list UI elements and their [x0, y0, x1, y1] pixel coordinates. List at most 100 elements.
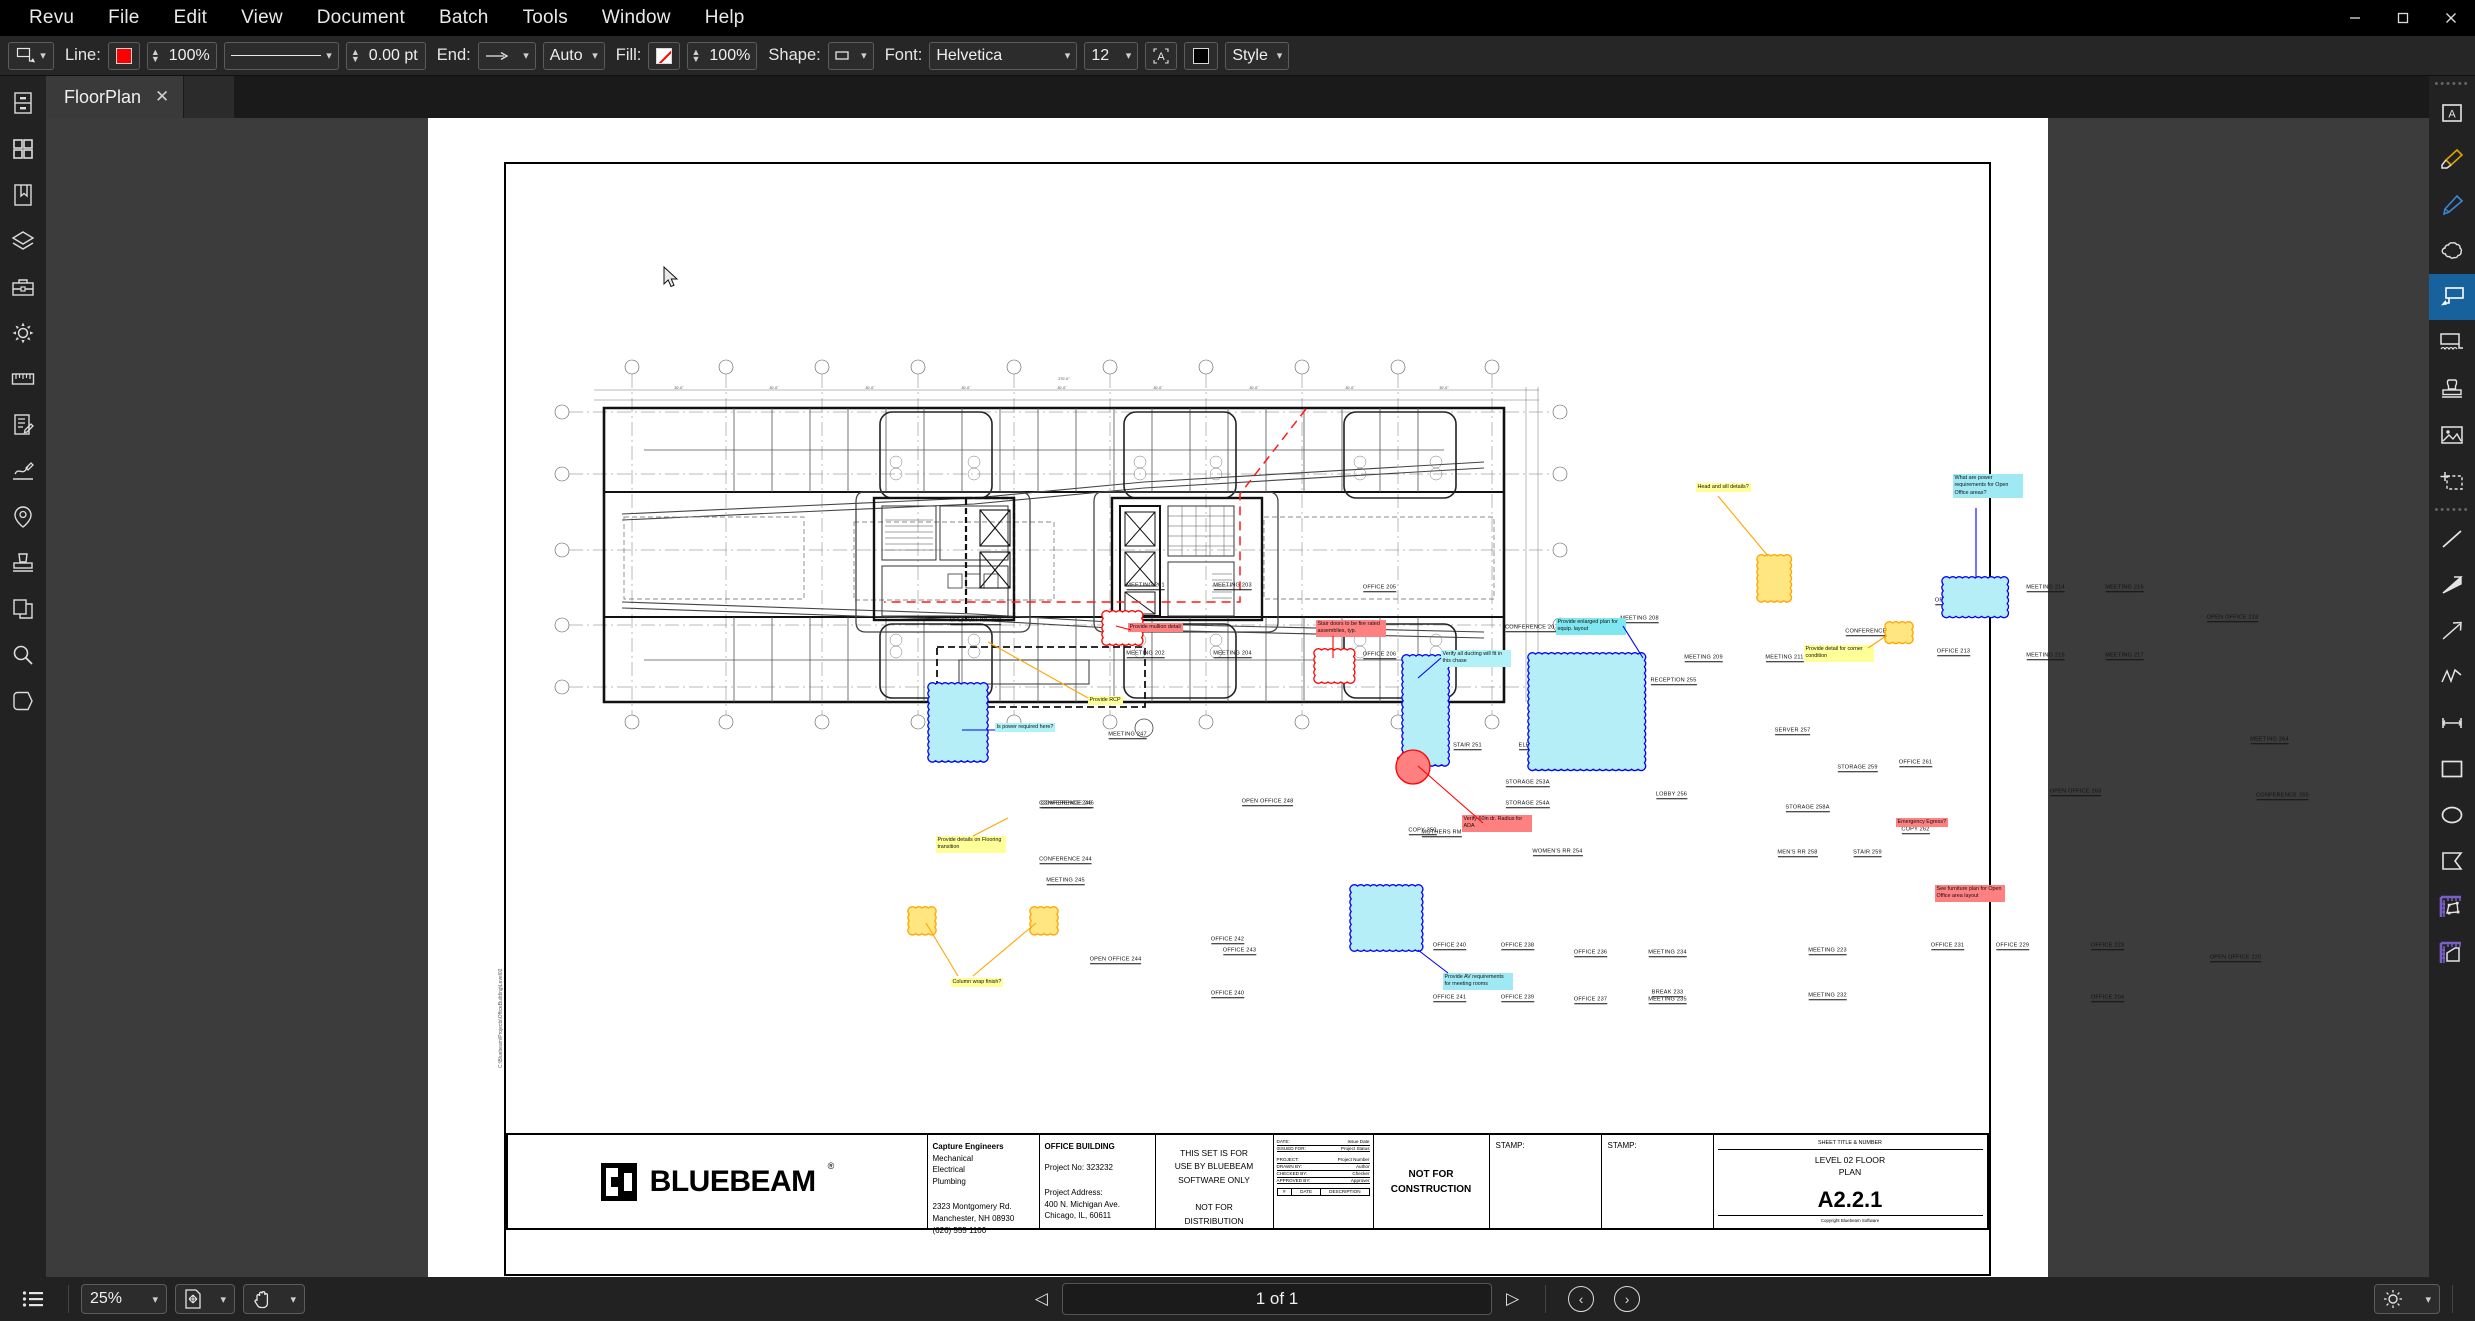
menu-item-view[interactable]: View	[224, 3, 300, 33]
markup-callout[interactable]: Stair doors to be fire rated assemblies,…	[1315, 620, 1386, 637]
close-icon[interactable]: ✕	[155, 87, 169, 107]
sidebar-item-signature[interactable]	[0, 448, 46, 494]
markup-tool-icon[interactable]: ▾	[8, 41, 54, 70]
sidebar-item-compare[interactable]	[0, 586, 46, 632]
cloud-tool[interactable]	[2429, 228, 2475, 274]
sidebar-item-stamp[interactable]	[0, 540, 46, 586]
tab-floorplan[interactable]: FloorPlan ✕	[46, 76, 185, 118]
menu-item-revu[interactable]: Revu	[12, 3, 91, 33]
measure-polygon-tool[interactable]	[2429, 930, 2475, 976]
rectangle-tool[interactable]	[2429, 746, 2475, 792]
stepper-arrows-icon[interactable]: ▲ ▼	[348, 47, 363, 63]
page-number-input[interactable]: 1 of 1	[1062, 1283, 1492, 1315]
rail-drag-handle[interactable]: ••••••	[2434, 78, 2469, 90]
ellipse-tool[interactable]	[2429, 792, 2475, 838]
fit-mode-combo[interactable]: ▾	[175, 1284, 235, 1314]
navigate-forward-button[interactable]: ›	[1604, 1277, 1650, 1321]
room-label: MEETING 216	[2105, 584, 2144, 592]
text-color-swatch[interactable]	[1184, 41, 1219, 70]
zoom-level-combo[interactable]: 25% ▾	[81, 1284, 167, 1314]
pen-tool[interactable]	[2429, 182, 2475, 228]
menu-item-tools[interactable]: Tools	[506, 3, 585, 33]
cap-style-combo[interactable]: Auto ▾	[542, 41, 605, 70]
next-page-button[interactable]: ▷	[1492, 1289, 1533, 1309]
markup-callout[interactable]: What are power requirements for Open Off…	[1952, 474, 2023, 498]
polyline-tool[interactable]	[2429, 654, 2475, 700]
stepper-arrows-icon[interactable]: ▲ ▼	[148, 47, 163, 63]
markup-callout[interactable]: Is power required here?	[994, 723, 1056, 733]
line-color-swatch[interactable]	[107, 41, 140, 70]
font-size-combo[interactable]: 12 ▾	[1084, 41, 1139, 70]
markup-callout[interactable]: Emergency Egress?	[1895, 818, 1949, 828]
sidebar-item-thumbnails[interactable]	[0, 80, 46, 126]
sidebar-item-properties[interactable]	[0, 310, 46, 356]
menu-item-batch[interactable]: Batch	[422, 3, 506, 33]
markup-callout[interactable]: Verify all ducting will fit in this chas…	[1440, 650, 1511, 667]
stepper-arrows-icon[interactable]: ▲ ▼	[688, 47, 703, 63]
snapshot-tool[interactable]	[2429, 458, 2475, 504]
fill-color-swatch[interactable]	[648, 41, 681, 70]
fill-opacity-stepper[interactable]: ▲ ▼ 100%	[687, 41, 758, 70]
arrow-tool[interactable]	[2429, 608, 2475, 654]
shape-style-combo[interactable]: ▾	[827, 41, 874, 70]
menu-item-file[interactable]: File	[91, 3, 156, 33]
markup-callout-layer[interactable]: Provide mullion detail Stair doors to be …	[428, 118, 2048, 1277]
font-family-combo[interactable]: Helvetica ▾	[929, 41, 1078, 70]
markup-callout[interactable]: Provide enlarged plan for equip. layout	[1555, 618, 1626, 635]
minimize-button[interactable]	[2331, 0, 2379, 36]
measure-area-tool[interactable]	[2429, 884, 2475, 930]
line-width-stepper[interactable]: ▲ ▼ 0.00 pt	[345, 41, 426, 70]
sidebar-item-toolchest[interactable]	[0, 264, 46, 310]
dimension-tool[interactable]	[2429, 700, 2475, 746]
sidebar-item-measurements[interactable]	[0, 356, 46, 402]
markup-callout[interactable]: Provide detail for corner condition	[1803, 645, 1874, 662]
pan-mode-combo[interactable]: ▾	[243, 1284, 305, 1314]
close-button[interactable]	[2427, 0, 2475, 36]
document-viewport[interactable]: C:\Bluebeam\Projects\OfficeBuilding\Leve…	[46, 118, 2429, 1277]
callout-tool[interactable]	[2429, 274, 2475, 320]
markup-callout[interactable]: Head and sill details?	[1695, 483, 1751, 493]
menu-item-help[interactable]: Help	[688, 3, 762, 33]
svg-text:A: A	[2448, 109, 2456, 121]
style-combo[interactable]: Style ▾	[1225, 41, 1290, 70]
highlighter-tool[interactable]	[2429, 136, 2475, 182]
stamp-tool[interactable]	[2429, 366, 2475, 412]
menu-item-edit[interactable]: Edit	[157, 3, 225, 33]
sidebar-item-layers[interactable]	[0, 218, 46, 264]
new-tab-slot[interactable]	[184, 76, 235, 118]
maximize-button[interactable]	[2379, 0, 2427, 36]
polygon-tool[interactable]	[2429, 838, 2475, 884]
line-style-combo[interactable]: ▾	[223, 41, 339, 70]
end-style-combo[interactable]: ▾	[477, 41, 536, 70]
cloud-callout-tool[interactable]	[2429, 320, 2475, 366]
markup-callout[interactable]: Provide details on Flooring transition	[935, 836, 1006, 853]
markup-callout[interactable]: Provide RCP	[1087, 696, 1123, 706]
markup-list-toggle[interactable]	[10, 1277, 56, 1321]
menu-item-window[interactable]: Window	[585, 3, 688, 33]
line-tool[interactable]	[2429, 516, 2475, 562]
markup-callout[interactable]: Column wrap finish?	[950, 978, 1004, 988]
pdf-page[interactable]: C:\Bluebeam\Projects\OfficeBuilding\Leve…	[427, 118, 2309, 1277]
sidebar-item-search[interactable]	[0, 632, 46, 678]
navigate-back-button[interactable]: ‹	[1558, 1277, 1604, 1321]
previous-page-button[interactable]: ◁	[1021, 1289, 1062, 1309]
callout-leader-lines	[925, 495, 1977, 977]
arrow-filled-tool[interactable]	[2429, 562, 2475, 608]
markup-callout[interactable]: Provide mullion detail	[1127, 623, 1183, 633]
brightness-combo[interactable]: ▾	[2374, 1284, 2440, 1314]
sidebar-item-markups-list[interactable]	[0, 402, 46, 448]
text-box-tool[interactable]: A	[2429, 90, 2475, 136]
markup-callout[interactable]: See furniture plan for Open Office area …	[1934, 885, 2005, 902]
line-opacity-stepper[interactable]: ▲ ▼ 100%	[146, 41, 217, 70]
image-tool[interactable]	[2429, 412, 2475, 458]
menu-item-document[interactable]: Document	[300, 3, 422, 33]
markup-callout[interactable]: Verify 60in dr. Radius for ADA	[1461, 815, 1532, 832]
sidebar-item-bookmarks[interactable]	[0, 172, 46, 218]
project-address-label: Project Address:	[1044, 1188, 1103, 1198]
sidebar-item-location[interactable]	[0, 494, 46, 540]
sidebar-item-tags[interactable]	[0, 678, 46, 724]
markup-callout[interactable]: Provide AV requirements for meeting room…	[1442, 973, 1513, 990]
sheet-copyright: Copyright Bluebeam Software	[1717, 1215, 1983, 1223]
sidebar-item-grid[interactable]	[0, 126, 46, 172]
autosize-text-icon[interactable]: A	[1145, 41, 1178, 70]
